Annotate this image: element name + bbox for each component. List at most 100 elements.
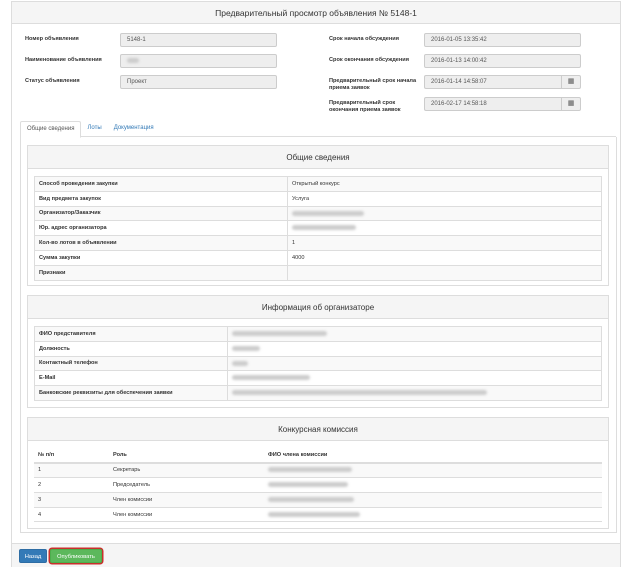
discussion-start-field: 2016-01-05 13:35:42 — [424, 33, 581, 47]
table-row: 3 Член комиссии — [34, 491, 602, 508]
panel-heading: Информация об организаторе — [28, 296, 608, 319]
field-label: Номер объявления — [25, 36, 79, 42]
bids-end-field[interactable]: 2016-02-17 14:58:18 — [424, 97, 561, 111]
row-value-redacted — [227, 370, 602, 387]
row-value: Открытый конкурс — [287, 176, 602, 192]
row-value-redacted — [287, 205, 602, 222]
header-row-discussion-start: Срок начала обсуждения 2016-01-05 13:35:… — [329, 33, 581, 47]
header-row-bids-start: Предварительный срок начала приема заяво… — [329, 75, 581, 92]
calendar-icon[interactable]: ▦ — [561, 97, 581, 111]
tab-lots[interactable]: Лоты — [81, 121, 107, 136]
table-row: 4 Член комиссии — [34, 506, 602, 523]
table-row: Вид предмета закупок Услуга — [34, 190, 602, 207]
organizer-info-panel: Информация об организаторе ФИО представи… — [27, 295, 609, 408]
commission-panel: Конкурсная комиссия № п/п Роль ФИО члена… — [27, 417, 609, 529]
row-label: ФИО представителя — [34, 326, 228, 342]
row-label: E-Mail — [34, 370, 228, 387]
organizer-info-table: ФИО представителя Должность Контактный т… — [34, 326, 602, 401]
row-label: Вид предмета закупок — [34, 190, 288, 207]
row-name-redacted — [264, 477, 602, 493]
header-row-status: Статус объявления Проект — [25, 75, 277, 89]
column-header: № п/п — [34, 448, 109, 464]
panel-heading: Общие сведения — [28, 146, 608, 169]
bids-start-datepicker: 2016-01-14 14:58:07 ▦ — [424, 75, 581, 89]
commission-table: № п/п Роль ФИО члена комиссии 1 Секретар… — [34, 448, 602, 523]
header-row-discussion-end: Срок окончания обсуждения 2016-01-13 14:… — [329, 54, 581, 68]
table-header-row: № п/п Роль ФИО члена комиссии — [34, 448, 602, 464]
table-row: 2 Председатель — [34, 477, 602, 493]
row-name-redacted — [264, 506, 602, 523]
row-label: Способ проведения закупки — [34, 176, 288, 192]
announcement-number-field: 5148-1 — [120, 33, 277, 47]
row-value: 4000 — [287, 249, 602, 266]
column-header: Роль — [109, 448, 264, 464]
table-row: ФИО представителя — [34, 326, 602, 342]
field-label: Срок начала обсуждения — [329, 36, 399, 42]
field-label: Наименование объявления — [25, 57, 102, 63]
row-label: Организатор/Заказчик — [34, 205, 288, 222]
announcement-status-field: Проект — [120, 75, 277, 89]
table-row: Признаки — [34, 264, 602, 281]
row-value-redacted — [227, 385, 602, 401]
row-role: Член комиссии — [109, 491, 264, 508]
general-info-table: Способ проведения закупки Открытый конку… — [34, 176, 602, 281]
table-row: Способ проведения закупки Открытый конку… — [34, 176, 602, 192]
row-value-redacted — [227, 326, 602, 342]
row-value-redacted — [227, 355, 602, 372]
bids-start-field[interactable]: 2016-01-14 14:58:07 — [424, 75, 561, 89]
row-role: Член комиссии — [109, 506, 264, 523]
table-row: Банковские реквизиты для обеспечения зая… — [34, 385, 602, 401]
header-row-number: Номер объявления 5148-1 — [25, 33, 277, 47]
row-label: Кол-во лотов в объявлении — [34, 235, 288, 251]
general-info-panel: Общие сведения Способ проведения закупки… — [27, 145, 609, 286]
table-row: Организатор/Заказчик — [34, 205, 602, 222]
panel-heading: Конкурсная комиссия — [28, 418, 608, 441]
tab-documentation[interactable]: Документация — [108, 121, 160, 136]
calendar-icon[interactable]: ▦ — [561, 75, 581, 89]
table-row: Должность — [34, 340, 602, 357]
row-number: 3 — [34, 491, 109, 508]
row-label: Должность — [34, 340, 228, 357]
bids-end-datepicker: 2016-02-17 14:58:18 ▦ — [424, 97, 581, 111]
row-number: 2 — [34, 477, 109, 493]
table-row: Кол-во лотов в объявлении 1 — [34, 235, 602, 251]
publish-button[interactable]: Опубликовать — [50, 549, 102, 563]
row-label: Контактный телефон — [34, 355, 228, 372]
tab-general[interactable]: Общие сведения — [20, 121, 82, 138]
field-label: Предварительный срок начала приема заяво… — [329, 78, 417, 91]
row-label: Банковские реквизиты для обеспечения зая… — [34, 385, 228, 401]
page-title: Предварительный просмотр объявления № 51… — [12, 2, 620, 24]
row-value — [287, 264, 602, 281]
field-label: Срок окончания обсуждения — [329, 57, 409, 63]
header-row-bids-end: Предварительный срок окончания приема за… — [329, 97, 581, 114]
announcement-preview-panel: Предварительный просмотр объявления № 51… — [11, 1, 621, 567]
footer-bar: Назад Опубликовать — [12, 543, 620, 567]
row-value: Услуга — [287, 190, 602, 207]
table-row: Контактный телефон — [34, 355, 602, 372]
field-label: Статус объявления — [25, 78, 80, 84]
header-row-name: Наименование объявления — [25, 54, 277, 68]
row-role: Председатель — [109, 477, 264, 493]
row-role: Секретарь — [109, 462, 264, 479]
row-value-redacted — [227, 340, 602, 357]
tab-content: Общие сведения Способ проведения закупки… — [20, 137, 617, 533]
table-row: Юр. адрес организатора — [34, 220, 602, 237]
row-label: Юр. адрес организатора — [34, 220, 288, 237]
row-label: Признаки — [34, 264, 288, 281]
row-number: 4 — [34, 506, 109, 523]
table-row: Сумма закупки 4000 — [34, 249, 602, 266]
back-button[interactable]: Назад — [19, 549, 47, 563]
discussion-end-field: 2016-01-13 14:00:42 — [424, 54, 581, 68]
table-row: E-Mail — [34, 370, 602, 387]
table-row: 1 Секретарь — [34, 462, 602, 479]
row-name-redacted — [264, 491, 602, 508]
row-label: Сумма закупки — [34, 249, 288, 266]
row-name-redacted — [264, 462, 602, 479]
column-header: ФИО члена комиссии — [264, 448, 602, 464]
tab-bar: Общие сведения Лоты Документация — [20, 121, 616, 138]
row-value: 1 — [287, 235, 602, 251]
row-value-redacted — [287, 220, 602, 237]
field-label: Предварительный срок окончания приема за… — [329, 100, 401, 113]
announcement-name-field — [120, 54, 277, 68]
row-number: 1 — [34, 462, 109, 479]
